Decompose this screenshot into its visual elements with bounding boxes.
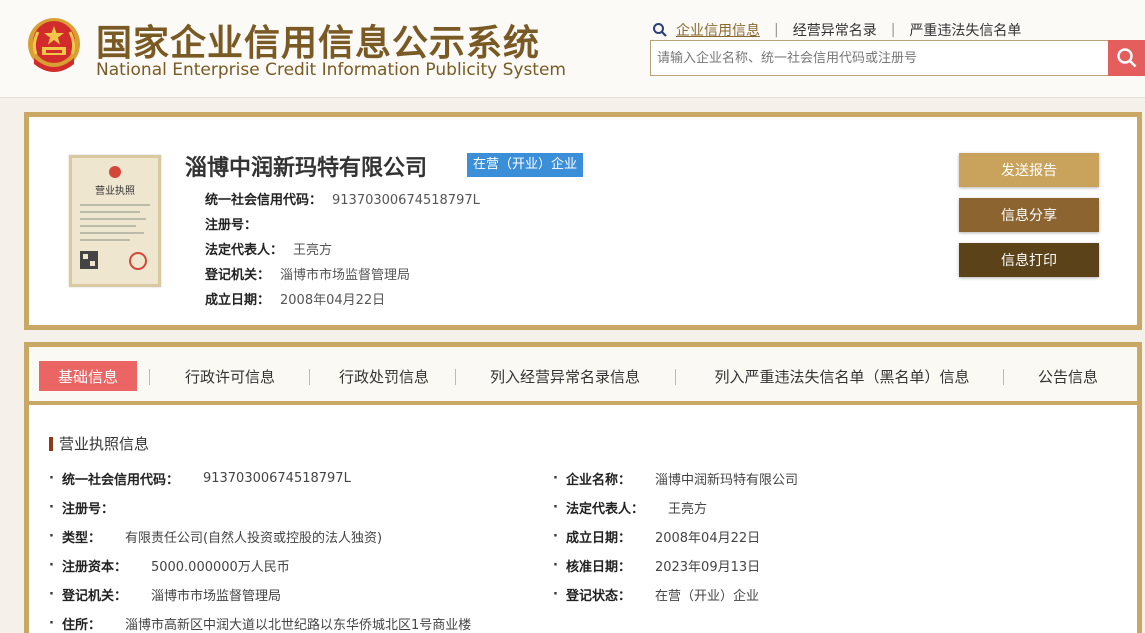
bullet-icon: · [49,616,54,631]
bullet-icon: · [553,471,558,486]
field-label: 统一社会信用代码： [205,193,323,208]
row-established-date: · 成立日期： 2008年04月22日 [553,527,760,546]
tab-admin-penalty[interactable]: 行政处罚信息 [323,361,445,391]
field-value: 2008年04月22日 [654,531,761,546]
row-reg-status: · 登记状态： 在营（开业）企业 [553,585,759,604]
search-icon [653,23,667,37]
tab-announcements[interactable]: 公告信息 [1025,361,1111,391]
nav-abnormal-list[interactable]: 经营异常名录 [793,20,877,40]
search-icon [1116,48,1136,68]
tab-bar: 基础信息 行政许可信息 行政处罚信息 列入经营异常名录信息 列入严重违法失信名单… [29,347,1137,405]
license-thumbnail-icon: 营业执照 [80,166,150,270]
site-header: 国家企业信用信息公示系统 National Enterprise Credit … [0,0,1145,98]
established-date-line: 成立日期： 2008年04月22日 [205,289,385,308]
bullet-icon: · [553,587,558,602]
reg-authority-line: 登记机关： 淄博市市场监督管理局 [205,264,410,283]
company-summary-card: 营业执照 淄博中润新玛特有限公司 在营（开业）企业 统一社会信用代码： 91370… [24,112,1142,330]
row-reg-number: · 注册号： [49,498,138,517]
bullet-icon: · [49,529,54,544]
nav-separator: | [890,22,896,38]
site-subtitle: National Enterprise Credit Information P… [96,60,566,80]
field-label: 注册资本： [61,560,127,575]
tab-admin-license[interactable]: 行政许可信息 [169,361,291,391]
row-credit-code: · 统一社会信用代码： 91370300674518797L [49,469,351,488]
field-label: 类型： [61,531,101,546]
nav-separator: | [774,22,779,38]
license-title: 营业执照 [95,184,135,197]
status-badge: 在营（开业）企业 [467,153,584,177]
tab-separator [1003,369,1004,385]
field-value: 王亮方 [293,243,333,258]
bullet-icon: · [49,500,54,515]
bullet-icon: · [553,500,558,515]
bullet-icon: · [49,471,54,486]
section-title: 营业执照信息 [49,433,149,454]
row-company-name: · 企业名称： 淄博中润新玛特有限公司 [553,469,798,488]
section-marker [49,436,53,451]
credit-code-line: 统一社会信用代码： 91370300674518797L [205,189,480,208]
field-label: 注册号： [61,502,114,517]
details-panel: 基础信息 行政许可信息 行政处罚信息 列入经营异常名录信息 列入严重违法失信名单… [24,342,1142,633]
company-name: 淄博中润新玛特有限公司 [185,156,428,181]
field-value: 有限责任公司(自然人投资或控股的法人独资) [124,531,383,546]
row-reg-authority: · 登记机关： 淄博市市场监督管理局 [49,585,281,604]
field-label: 成立日期： [205,293,271,308]
tab-separator [455,369,456,385]
field-value: 王亮方 [667,502,707,517]
tab-abnormal-list[interactable]: 列入经营异常名录信息 [475,361,655,391]
row-address: · 住所： 淄博市高新区中润大道以北世纪路以东华侨城北区1号商业楼 [49,614,471,633]
section-title-text: 营业执照信息 [59,435,150,453]
tab-separator [309,369,310,385]
field-value: 淄博中润新玛特有限公司 [654,473,798,488]
field-value: 在营（开业）企业 [654,589,759,604]
field-label: 登记状态： [565,589,631,604]
field-value: 2008年04月22日 [280,293,386,308]
national-emblem-icon [28,18,80,72]
field-value: 5000.000000万人民币 [150,560,290,575]
field-label: 法定代表人： [565,502,644,517]
top-nav: 企业信用信息 | 经营异常名录 | 严重违法失信名单 [652,20,1021,40]
nav-blacklist[interactable]: 严重违法失信名单 [909,20,1021,40]
bullet-icon: · [553,558,558,573]
legal-rep-line: 法定代表人： 王亮方 [205,239,332,258]
field-label: 统一社会信用代码： [61,473,179,488]
field-label: 核准日期： [565,560,631,575]
business-license-image[interactable]: 营业执照 [69,155,161,287]
print-info-button[interactable]: 信息打印 [959,243,1099,277]
share-info-button[interactable]: 信息分享 [959,198,1099,232]
field-label: 登记机关： [61,589,127,604]
reg-number-line: 注册号： [205,214,267,233]
search-input[interactable] [651,41,1108,75]
search-button[interactable] [1108,40,1145,76]
row-type: · 类型： 有限责任公司(自然人投资或控股的法人独资) [49,527,382,546]
row-approval-date: · 核准日期： 2023年09月13日 [553,556,760,575]
field-label: 住所： [61,618,101,633]
field-value: 淄博市高新区中润大道以北世纪路以东华侨城北区1号商业楼 [124,618,472,633]
bullet-icon: · [49,558,54,573]
field-value: 淄博市市场监督管理局 [280,268,411,283]
field-value: 91370300674518797L [332,193,480,208]
site-title: 国家企业信用信息公示系统 [96,23,541,64]
send-report-button[interactable]: 发送报告 [959,153,1099,187]
field-value: 91370300674518797L [202,471,351,486]
tab-blacklist[interactable]: 列入严重违法失信名单（黑名单）信息 [697,361,987,391]
tab-separator [149,369,150,385]
nav-credit-info[interactable]: 企业信用信息 [676,20,760,40]
field-value: 淄博市市场监督管理局 [150,589,281,604]
field-label: 成立日期： [565,531,631,546]
tab-separator [675,369,676,385]
row-legal-rep: · 法定代表人： 王亮方 [553,498,707,517]
bullet-icon: · [553,529,558,544]
bullet-icon: · [49,587,54,602]
field-label: 注册号： [205,218,258,233]
field-label: 企业名称： [565,473,631,488]
field-label: 法定代表人： [205,243,284,258]
tab-basic-info[interactable]: 基础信息 [39,361,137,391]
search-box [650,40,1108,76]
field-value: 2023年09月13日 [654,560,761,575]
field-label: 登记机关： [205,268,271,283]
row-registered-capital: · 注册资本： 5000.000000万人民币 [49,556,290,575]
